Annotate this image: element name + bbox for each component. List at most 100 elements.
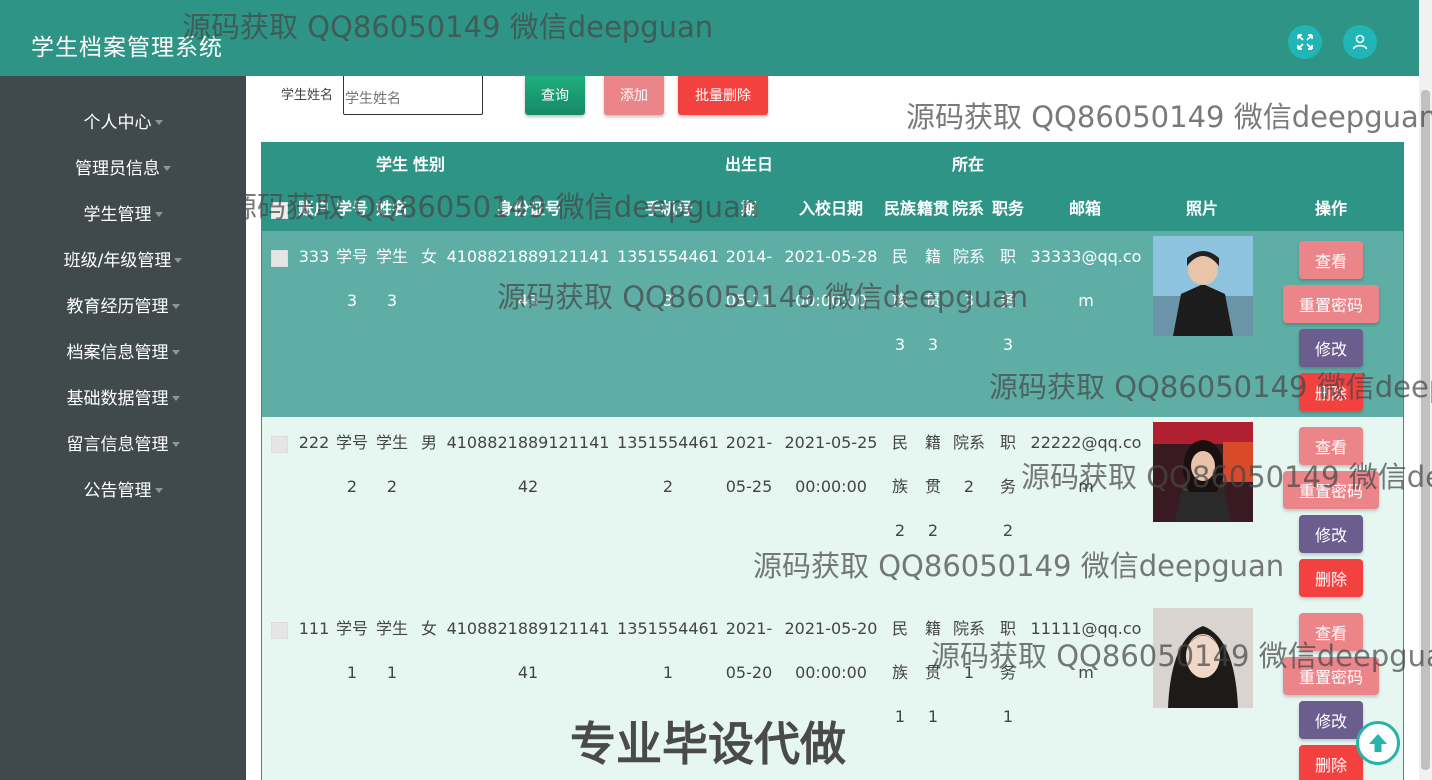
sidebar-item-archive[interactable]: 档案信息管理 xyxy=(0,327,246,373)
delete-button[interactable]: 删除 xyxy=(1299,373,1363,411)
header-position: 职务 xyxy=(991,199,1024,218)
user-icon xyxy=(1352,34,1368,50)
student-photo xyxy=(1153,236,1253,336)
cell-ethnicity: 民族3 xyxy=(891,247,908,354)
sidebar-item-label: 班级/年级管理 xyxy=(63,250,172,271)
search-label: 学生姓名 xyxy=(281,88,334,103)
scrollbar-thumb[interactable] xyxy=(1421,90,1430,770)
caret-down-icon xyxy=(171,303,180,309)
query-button[interactable]: 查询 xyxy=(525,76,585,115)
sidebar-item-messages[interactable]: 留言信息管理 xyxy=(0,419,246,465)
table-row: 333 学号3 学生3 女 410882188912114143 1351554… xyxy=(262,231,1403,417)
back-to-top-button[interactable] xyxy=(1356,721,1400,765)
cell-account: 111 xyxy=(298,619,330,638)
sidebar-item-student-management[interactable]: 学生管理 xyxy=(0,189,246,235)
reset-password-button[interactable]: 重置密码 xyxy=(1283,471,1379,509)
sidebar-item-label: 教育经历管理 xyxy=(66,296,169,317)
reset-password-button[interactable]: 重置密码 xyxy=(1283,657,1379,695)
app-title: 学生档案管理系统 xyxy=(31,35,223,61)
student-photo xyxy=(1153,608,1253,708)
cell-id-card: 410882188912114143 xyxy=(446,247,610,310)
edit-button[interactable]: 修改 xyxy=(1299,515,1363,553)
cell-phone: 13515544611 xyxy=(617,619,719,682)
row-checkbox[interactable] xyxy=(271,436,288,453)
cell-ethnicity: 民族1 xyxy=(891,619,908,726)
cell-birthday: 2021-05-20 xyxy=(725,619,773,682)
student-table: 账户 学号 学生姓名 性别 身份证号 手机号 出生日期 入校日期 民族 籍贯 所… xyxy=(261,142,1404,780)
cell-phone: 13515544613 xyxy=(617,247,719,310)
cell-native-place: 籍贯3 xyxy=(924,247,941,354)
cell-student-name: 学生2 xyxy=(375,433,408,496)
cell-department: 院系1 xyxy=(952,619,985,682)
cell-native-place: 籍贯2 xyxy=(924,433,941,540)
cell-position: 职务2 xyxy=(999,433,1016,540)
header-birthday: 出生日期 xyxy=(725,155,774,218)
edit-button[interactable]: 修改 xyxy=(1299,701,1363,739)
cell-student-no: 学号2 xyxy=(335,433,368,496)
caret-down-icon xyxy=(171,395,180,401)
cell-student-name: 学生3 xyxy=(375,247,408,310)
sidebar-item-class-grade[interactable]: 班级/年级管理 xyxy=(0,235,246,281)
sidebar-item-label: 个人中心 xyxy=(83,112,152,133)
user-button[interactable] xyxy=(1343,25,1377,59)
cell-enroll-date: 2021-05-20 00:00:00 xyxy=(784,619,878,682)
sidebar-item-label: 公告管理 xyxy=(83,480,152,501)
caret-down-icon xyxy=(171,441,180,447)
fullscreen-button[interactable] xyxy=(1288,25,1322,59)
edit-button[interactable]: 修改 xyxy=(1299,329,1363,367)
page-scrollbar[interactable] xyxy=(1419,0,1432,780)
add-button[interactable]: 添加 xyxy=(604,76,664,115)
sidebar-item-label: 档案信息管理 xyxy=(66,342,169,363)
view-button[interactable]: 查看 xyxy=(1299,427,1363,465)
cell-ethnicity: 民族2 xyxy=(891,433,908,540)
top-header: 学生档案管理系统 xyxy=(0,0,1419,76)
sidebar-item-basic-data[interactable]: 基础数据管理 xyxy=(0,373,246,419)
header-student-name: 学生姓名 xyxy=(375,155,408,218)
sidebar-item-label: 基础数据管理 xyxy=(66,388,169,409)
cell-phone: 13515544612 xyxy=(617,433,719,496)
cell-student-no: 学号1 xyxy=(335,619,368,682)
batch-delete-button[interactable]: 批量删除 xyxy=(678,76,768,115)
sidebar: 个人中心 管理员信息 学生管理 班级/年级管理 教育经历管理 档案信息管理 基础… xyxy=(0,76,246,780)
cell-email: 11111@qq.com xyxy=(1030,619,1142,682)
table-row: 222 学号2 学生2 男 410882188912114142 1351554… xyxy=(262,417,1403,603)
select-all-checkbox[interactable] xyxy=(271,202,288,219)
header-gender: 性别 xyxy=(413,155,446,174)
delete-button[interactable]: 删除 xyxy=(1299,559,1363,597)
cell-gender: 女 xyxy=(420,619,437,638)
view-button[interactable]: 查看 xyxy=(1299,613,1363,651)
header-account: 账户 xyxy=(297,199,330,218)
cell-birthday: 2021-05-25 xyxy=(725,433,773,496)
sidebar-item-label: 留言信息管理 xyxy=(66,434,169,455)
header-student-no: 学号 xyxy=(335,199,368,218)
header-photo: 照片 xyxy=(1185,199,1218,218)
cell-gender: 男 xyxy=(420,433,437,452)
header-enroll-date: 入校日期 xyxy=(798,199,863,218)
arrow-up-icon xyxy=(1369,734,1387,752)
cell-account: 222 xyxy=(298,433,330,452)
student-name-search-input[interactable] xyxy=(343,76,483,115)
sidebar-item-education[interactable]: 教育经历管理 xyxy=(0,281,246,327)
header-email: 邮箱 xyxy=(1068,199,1101,218)
reset-password-button[interactable]: 重置密码 xyxy=(1283,285,1379,323)
row-checkbox[interactable] xyxy=(271,622,288,639)
cell-native-place: 籍贯1 xyxy=(924,619,941,726)
main-content: 学生姓名 查询 添加 批量删除 账户 学号 学生姓名 性别 身份证号 手机号 出… xyxy=(246,76,1419,780)
row-checkbox[interactable] xyxy=(271,250,288,267)
delete-button[interactable]: 删除 xyxy=(1299,745,1363,780)
caret-down-icon xyxy=(174,257,183,263)
cell-email: 33333@qq.com xyxy=(1030,247,1142,310)
sidebar-item-personal-center[interactable]: 个人中心 xyxy=(0,97,246,143)
sidebar-item-admin-info[interactable]: 管理员信息 xyxy=(0,143,246,189)
watermark-large: 专业毕设代做 xyxy=(570,717,846,771)
header-phone: 手机号 xyxy=(644,199,693,218)
cell-account: 333 xyxy=(298,247,330,266)
caret-down-icon xyxy=(171,349,180,355)
view-button[interactable]: 查看 xyxy=(1299,241,1363,279)
sidebar-item-announcements[interactable]: 公告管理 xyxy=(0,465,246,511)
caret-down-icon xyxy=(163,165,171,171)
sidebar-item-label: 管理员信息 xyxy=(75,158,160,179)
cell-enroll-date: 2021-05-25 00:00:00 xyxy=(784,433,878,496)
header-actions: 操作 xyxy=(1314,199,1347,218)
cell-position: 职务3 xyxy=(999,247,1016,354)
